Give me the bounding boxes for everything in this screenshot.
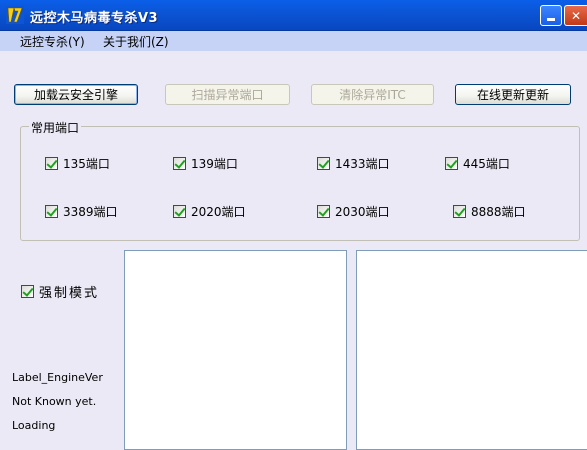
menu-bar: 远控专杀(Y) 关于我们(Z) [0,31,587,51]
checkbox-icon [317,204,330,218]
port-139-checkbox[interactable]: 139端口 [173,156,238,171]
app-logo-icon [6,6,24,24]
port-label: 445端口 [463,156,510,171]
log-panel-right[interactable] [356,250,587,450]
close-button[interactable]: ✕ [564,5,587,26]
menu-remote-kill[interactable]: 远控专杀(Y) [20,33,85,50]
port-2020-checkbox[interactable]: 2020端口 [173,204,246,219]
port-label: 135端口 [63,156,110,171]
checkbox-icon [45,204,58,218]
force-mode-label: 强制模式 [39,285,100,301]
engine-version-label: Label_EngineVer [12,371,103,384]
close-icon: ✕ [570,8,582,23]
checkbox-icon [45,156,58,170]
menu-about-us[interactable]: 关于我们(Z) [103,33,169,50]
loading-status: Loading [12,419,56,432]
clear-itc-button[interactable]: 清除异常ITC [311,84,434,105]
port-8888-checkbox[interactable]: 8888端口 [453,204,526,219]
group-title: 常用端口 [29,119,82,136]
checkbox-icon [173,204,186,218]
checkbox-icon [317,156,330,170]
main-window: 远控专杀(Y) 关于我们(Z) 加载云安全引擎 扫描异常端口 清除异常ITC 在… [0,31,587,450]
force-mode-checkbox[interactable]: 强制模式 [21,284,100,301]
load-engine-button[interactable]: 加载云安全引擎 [14,84,138,105]
checkbox-icon [445,156,458,170]
minimize-button[interactable] [540,5,562,26]
minimize-icon [547,18,555,21]
port-135-checkbox[interactable]: 135端口 [45,156,110,171]
title-bar[interactable]: 远控木马病毒专杀V3 ✕ [0,0,587,31]
log-panel-left[interactable] [124,250,347,450]
port-label: 8888端口 [471,204,526,219]
port-label: 2030端口 [335,204,390,219]
port-2030-checkbox[interactable]: 2030端口 [317,204,390,219]
port-label: 2020端口 [191,204,246,219]
checkbox-icon [173,156,186,170]
port-label: 3389端口 [63,204,118,219]
port-label: 139端口 [191,156,238,171]
common-ports-group: 常用端口 135端口 139端口 1433端口 445端口 3389端口 202… [20,119,580,241]
engine-known-status: Not Known yet. [12,395,97,408]
scan-ports-button[interactable]: 扫描异常端口 [165,84,290,105]
checkbox-icon [21,284,34,298]
online-update-button[interactable]: 在线更新更新 [455,84,571,105]
port-3389-checkbox[interactable]: 3389端口 [45,204,118,219]
checkbox-icon [453,204,466,218]
window-title: 远控木马病毒专杀V3 [30,11,159,26]
port-445-checkbox[interactable]: 445端口 [445,156,510,171]
port-1433-checkbox[interactable]: 1433端口 [317,156,390,171]
port-label: 1433端口 [335,156,390,171]
